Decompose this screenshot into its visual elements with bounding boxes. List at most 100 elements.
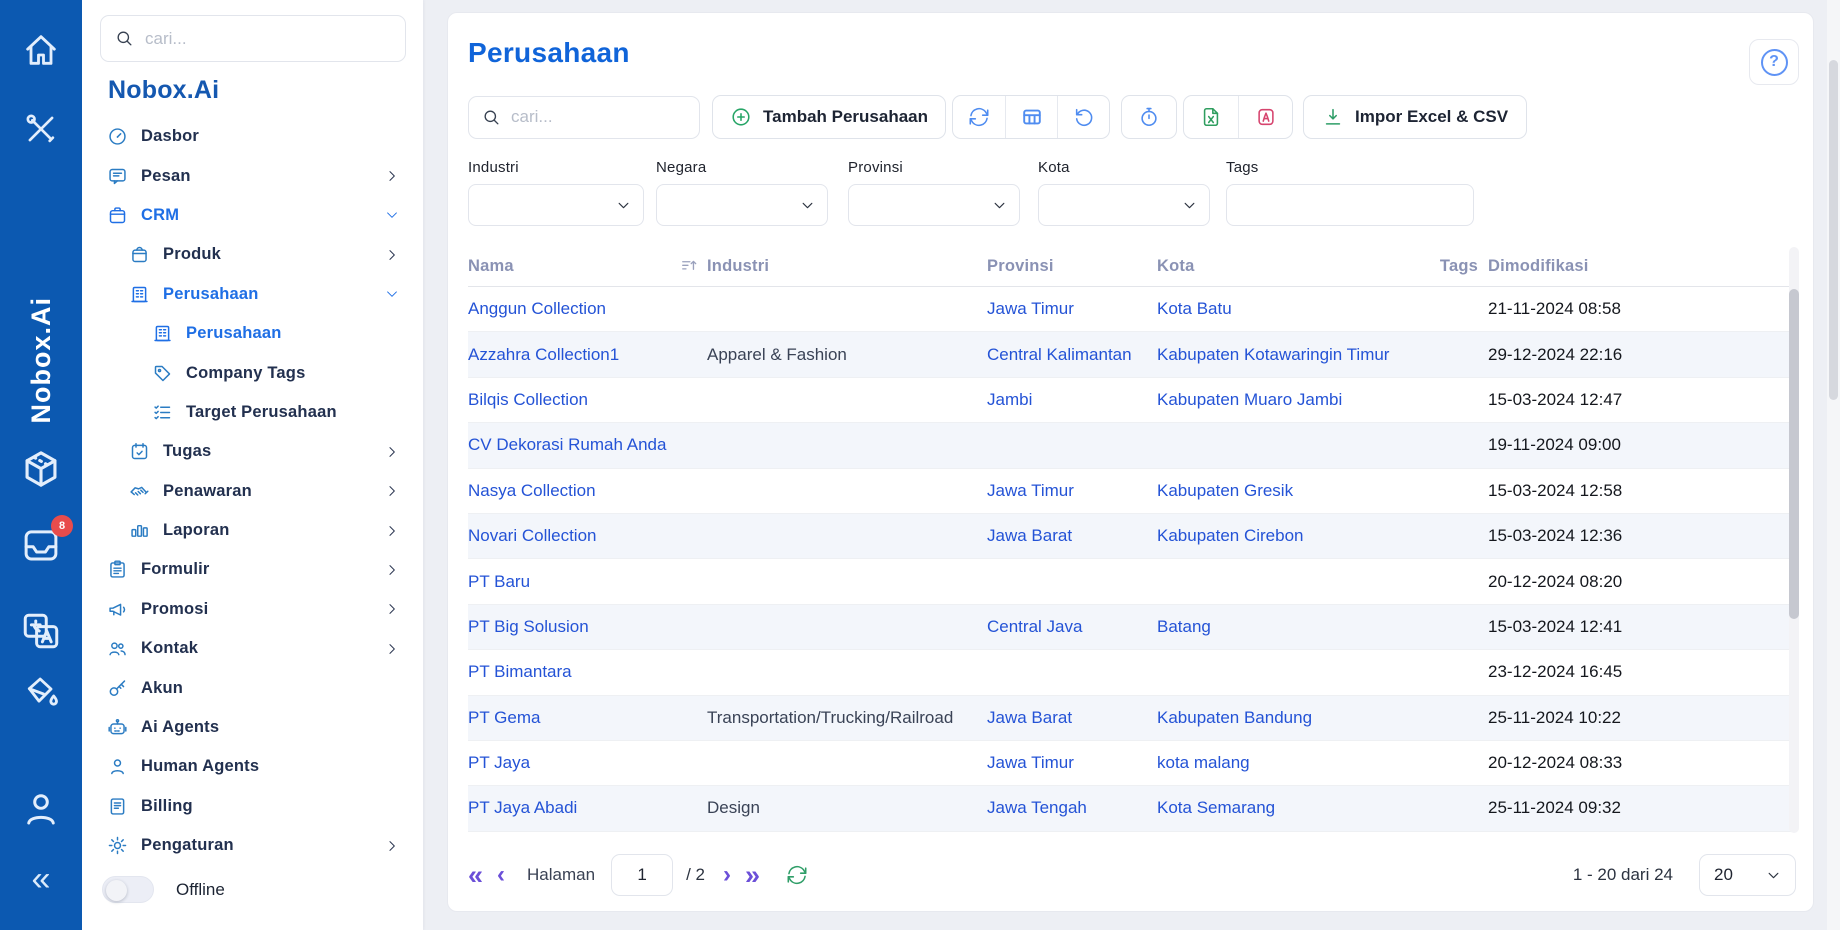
- sidebar-item-ai-agents[interactable]: Ai Agents: [82, 708, 423, 747]
- export-pdf-icon[interactable]: [1238, 96, 1292, 138]
- column-header-tags[interactable]: Tags: [1438, 257, 1478, 276]
- sidebar-item-perusahaan-sub[interactable]: Perusahaan: [82, 314, 423, 353]
- sidebar-item-crm[interactable]: CRM: [82, 196, 423, 235]
- cell-kota[interactable]: Kota Batu: [1157, 299, 1438, 319]
- cell-provinsi[interactable]: Jawa Barat: [987, 708, 1157, 728]
- cell-kota[interactable]: Kabupaten Muaro Jambi: [1157, 390, 1438, 410]
- page-number-input[interactable]: [611, 854, 673, 896]
- image-translate-icon[interactable]: [0, 610, 82, 652]
- sidebar-item-pesan[interactable]: Pesan: [82, 156, 423, 195]
- import-excel-csv-button[interactable]: Impor Excel & CSV: [1303, 95, 1527, 139]
- table-row[interactable]: PT Gema Transportation/Trucking/Railroad…: [468, 696, 1796, 741]
- sidebar-item-kontak[interactable]: Kontak: [82, 629, 423, 668]
- home-icon[interactable]: [0, 30, 82, 70]
- sidebar-search-input[interactable]: [145, 29, 391, 49]
- scrollbar-thumb[interactable]: [1789, 289, 1799, 619]
- table-row[interactable]: Novari Collection Jawa Barat Kabupaten C…: [468, 514, 1796, 559]
- cell-nama[interactable]: PT Big Solusion: [468, 617, 707, 637]
- package-icon[interactable]: [0, 447, 82, 491]
- sort-icon[interactable]: [680, 257, 699, 276]
- cell-kota[interactable]: kota malang: [1157, 753, 1438, 773]
- sidebar-item-company-tags[interactable]: Company Tags: [82, 353, 423, 392]
- cell-kota[interactable]: Kabupaten Cirebon: [1157, 526, 1438, 546]
- table-row[interactable]: PT Big Solusion Central Java Batang 15-0…: [468, 605, 1796, 650]
- page-size-select[interactable]: 20: [1699, 854, 1796, 896]
- cell-provinsi[interactable]: Jawa Timur: [987, 753, 1157, 773]
- last-page-button[interactable]: »: [745, 862, 760, 889]
- cell-kota[interactable]: Kota Semarang: [1157, 798, 1438, 818]
- cell-nama[interactable]: PT Bimantara: [468, 662, 707, 682]
- kota-select[interactable]: [1038, 184, 1210, 226]
- sidebar-item-formulir[interactable]: Formulir: [82, 550, 423, 589]
- paint-bucket-icon[interactable]: [0, 672, 82, 712]
- refresh-icon[interactable]: [953, 96, 1005, 138]
- cell-provinsi[interactable]: Jawa Barat: [987, 526, 1157, 546]
- sidebar-item-target-perusahaan[interactable]: Target Perusahaan: [82, 393, 423, 432]
- collapse-sidebar-icon[interactable]: «: [0, 862, 82, 896]
- negara-select[interactable]: [656, 184, 828, 226]
- sidebar-item-perusahaan[interactable]: Perusahaan: [82, 275, 423, 314]
- sidebar-item-promosi[interactable]: Promosi: [82, 590, 423, 629]
- cell-nama[interactable]: PT Jaya: [468, 753, 707, 773]
- prev-page-button[interactable]: ‹: [497, 863, 505, 887]
- table-row[interactable]: PT Baru 20-12-2024 08:20: [468, 559, 1796, 604]
- cell-nama[interactable]: Novari Collection: [468, 526, 707, 546]
- cell-kota[interactable]: Batang: [1157, 617, 1438, 637]
- column-header-industri[interactable]: Industri: [707, 257, 987, 276]
- inbox-icon[interactable]: 8: [0, 524, 82, 566]
- next-page-button[interactable]: ›: [723, 863, 731, 887]
- cell-provinsi[interactable]: Central Java: [987, 617, 1157, 637]
- cell-provinsi[interactable]: Jambi: [987, 390, 1157, 410]
- sidebar-item-pengaturan[interactable]: Pengaturan: [82, 826, 423, 865]
- sidebar-item-human-agents[interactable]: Human Agents: [82, 747, 423, 786]
- help-button[interactable]: ?: [1749, 39, 1799, 85]
- table-search-input[interactable]: [511, 107, 661, 127]
- column-header-nama[interactable]: Nama: [468, 257, 707, 276]
- user-icon[interactable]: [0, 788, 82, 830]
- table-row[interactable]: PT Jaya Abadi Design Jawa Tengah Kota Se…: [468, 786, 1796, 831]
- cell-kota[interactable]: Kabupaten Kotawaringin Timur: [1157, 345, 1438, 365]
- reset-icon[interactable]: [1057, 96, 1109, 138]
- table-row[interactable]: Azzahra Collection1 Apparel & Fashion Ce…: [468, 332, 1796, 377]
- cell-provinsi[interactable]: Jawa Timur: [987, 299, 1157, 319]
- add-company-button[interactable]: Tambah Perusahaan: [712, 95, 946, 139]
- cell-nama[interactable]: CV Dekorasi Rumah Anda: [468, 435, 707, 455]
- cell-nama[interactable]: Bilqis Collection: [468, 390, 707, 410]
- industri-select[interactable]: [468, 184, 644, 226]
- sidebar-item-billing[interactable]: Billing: [82, 787, 423, 826]
- tools-icon[interactable]: [0, 110, 82, 148]
- cell-kota[interactable]: Kabupaten Bandung: [1157, 708, 1438, 728]
- sidebar-item-akun[interactable]: Akun: [82, 668, 423, 707]
- cell-nama[interactable]: PT Jaya Abadi: [468, 798, 707, 818]
- table-row[interactable]: PT Jaya Jawa Timur kota malang 20-12-202…: [468, 741, 1796, 786]
- cell-provinsi[interactable]: Jawa Tengah: [987, 798, 1157, 818]
- sidebar-search[interactable]: [100, 15, 406, 62]
- table-row[interactable]: PT Bimantara 23-12-2024 16:45: [468, 650, 1796, 695]
- cell-nama[interactable]: PT Gema: [468, 708, 707, 728]
- timer-button[interactable]: [1121, 95, 1177, 139]
- table-search[interactable]: [468, 96, 700, 139]
- sidebar-item-dasbor[interactable]: Dasbor: [82, 117, 423, 156]
- column-header-dimodifikasi[interactable]: Dimodifikasi: [1478, 257, 1796, 276]
- export-excel-icon[interactable]: [1184, 96, 1238, 138]
- sidebar-item-produk[interactable]: Produk: [82, 235, 423, 274]
- cell-kota[interactable]: Kabupaten Gresik: [1157, 481, 1438, 501]
- table-row[interactable]: Anggun Collection Jawa Timur Kota Batu 2…: [468, 287, 1796, 332]
- table-row[interactable]: CV Dekorasi Rumah Anda 19-11-2024 09:00: [468, 423, 1796, 468]
- cell-provinsi[interactable]: Jawa Timur: [987, 481, 1157, 501]
- offline-toggle[interactable]: [102, 876, 154, 903]
- cell-nama[interactable]: Nasya Collection: [468, 481, 707, 501]
- cell-nama[interactable]: PT Baru: [468, 572, 707, 592]
- table-scrollbar[interactable]: [1789, 247, 1799, 833]
- page-scrollbar[interactable]: [1827, 0, 1840, 930]
- cell-provinsi[interactable]: Central Kalimantan: [987, 345, 1157, 365]
- tags-input[interactable]: [1226, 184, 1474, 226]
- column-header-kota[interactable]: Kota: [1157, 257, 1438, 276]
- sidebar-item-penawaran[interactable]: Penawaran: [82, 472, 423, 511]
- sidebar-item-laporan[interactable]: Laporan: [82, 511, 423, 550]
- table-row[interactable]: Bilqis Collection Jambi Kabupaten Muaro …: [468, 378, 1796, 423]
- sidebar-item-tugas[interactable]: Tugas: [82, 432, 423, 471]
- table-row[interactable]: Nasya Collection Jawa Timur Kabupaten Gr…: [468, 469, 1796, 514]
- provinsi-select[interactable]: [848, 184, 1020, 226]
- column-header-provinsi[interactable]: Provinsi: [987, 257, 1157, 276]
